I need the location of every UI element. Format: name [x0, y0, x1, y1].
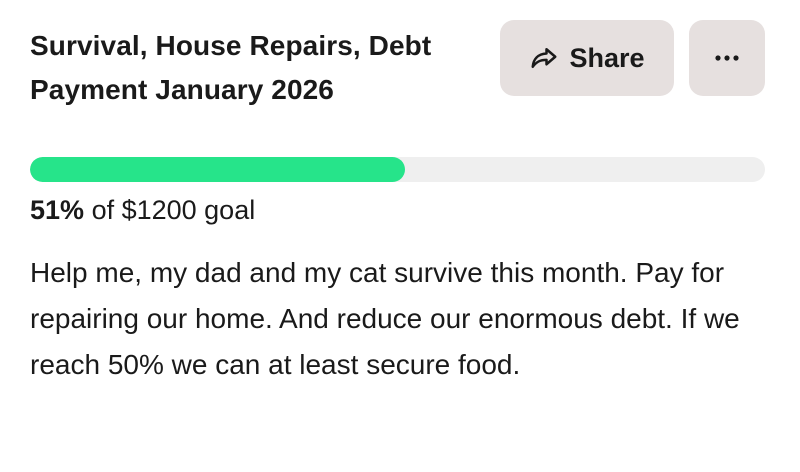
share-arrow-icon — [529, 43, 559, 73]
campaign-title: Survival, House Repairs, Debt Payment Ja… — [30, 30, 432, 105]
fundraiser-card: Survival, House Repairs, Debt Payment Ja… — [0, 0, 800, 472]
share-button-label: Share — [569, 42, 645, 73]
more-options-button[interactable] — [689, 20, 765, 96]
progress-bar — [30, 157, 765, 182]
progress-percent: 51% — [30, 195, 85, 225]
goal-status: 51% of $1200 goal — [30, 192, 255, 228]
share-button[interactable]: Share — [500, 20, 674, 96]
progress-bar-fill — [30, 157, 405, 182]
card-header: Survival, House Repairs, Debt Payment Ja… — [30, 20, 800, 120]
campaign-description: Help me, my dad and my cat survive this … — [30, 257, 740, 380]
more-dots-icon — [712, 53, 742, 63]
goal-text: of $1200 goal — [91, 195, 256, 225]
